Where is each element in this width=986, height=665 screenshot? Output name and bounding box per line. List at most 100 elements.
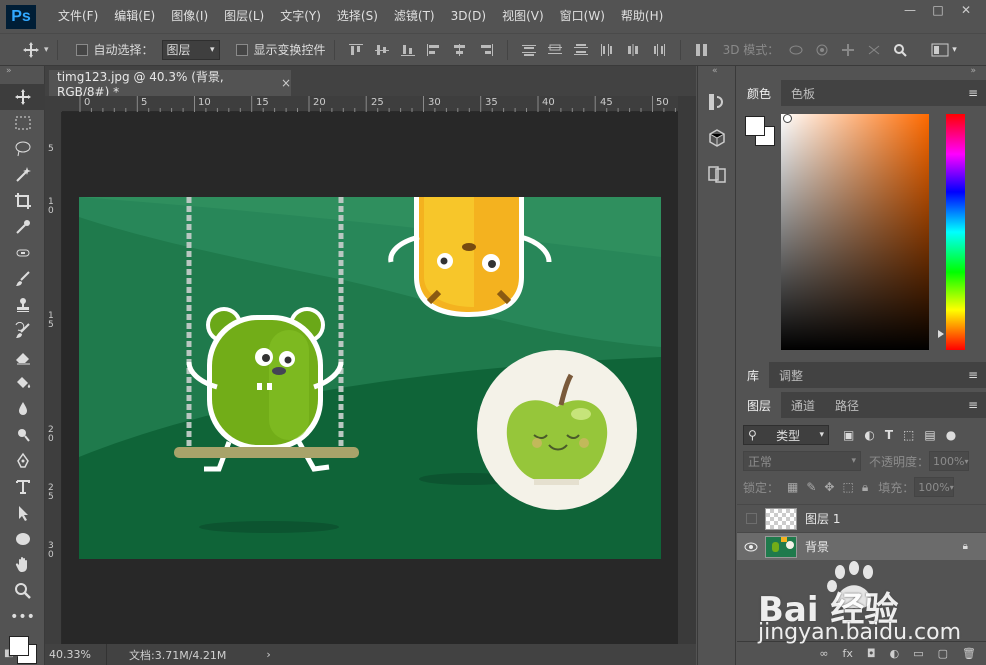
menu-window[interactable]: 窗口(W)	[552, 0, 613, 33]
properties-panel-icon[interactable]	[699, 156, 735, 192]
move-tool[interactable]	[0, 84, 45, 110]
3d-scale-icon[interactable]	[890, 41, 910, 59]
ruler-vertical[interactable]: 5 1 0 1 5 2 0 2 5 3 0	[45, 112, 62, 644]
align-left-icon[interactable]	[424, 41, 444, 59]
lock-pixels-icon[interactable]: ✎	[806, 480, 816, 494]
filter-toggle-icon[interactable]: ●	[946, 428, 956, 442]
distribute-hcenter-icon[interactable]	[623, 41, 643, 59]
align-bottom-icon[interactable]	[398, 41, 418, 59]
hue-slider-handle[interactable]	[938, 330, 944, 338]
healing-brush-tool[interactable]	[0, 240, 45, 266]
hand-tool[interactable]	[0, 552, 45, 578]
type-tool[interactable]	[0, 474, 45, 500]
blend-mode-select[interactable]: 正常 ▾	[743, 451, 861, 471]
layer-name[interactable]: 图层 1	[805, 510, 986, 527]
dodge-tool[interactable]	[0, 422, 45, 448]
eye-icon[interactable]	[737, 542, 765, 552]
filter-pixel-icon[interactable]: ▣	[843, 428, 854, 442]
panel-menu-icon[interactable]: ≡	[968, 398, 978, 412]
filter-adjustment-icon[interactable]: ◐	[864, 428, 874, 442]
document-image[interactable]	[79, 197, 661, 559]
checkbox-box[interactable]	[75, 43, 88, 56]
collapse-arrows-icon[interactable]: »	[0, 66, 44, 84]
more-tools-icon[interactable]: •••	[0, 604, 45, 630]
collapse-arrows-icon[interactable]: »	[737, 66, 986, 80]
paint-bucket-tool[interactable]	[0, 370, 45, 396]
distribute-vcenter-icon[interactable]	[545, 41, 565, 59]
pen-tool[interactable]	[0, 448, 45, 474]
filter-type-icon[interactable]: T	[885, 428, 893, 442]
visibility-toggle[interactable]	[737, 513, 765, 524]
align-hcenter-icon[interactable]	[450, 41, 470, 59]
history-brush-tool[interactable]	[0, 318, 45, 344]
brush-tool[interactable]	[0, 266, 45, 292]
menu-view[interactable]: 视图(V)	[494, 0, 552, 33]
document-tab[interactable]: timg123.jpg @ 40.3% (背景, RGB/8#) * ×	[49, 70, 291, 99]
marquee-tool[interactable]	[0, 110, 45, 136]
tab-libraries[interactable]: 库	[737, 362, 770, 388]
history-panel-icon[interactable]	[699, 84, 735, 120]
lock-position-icon[interactable]: ✥	[824, 480, 834, 494]
align-right-icon[interactable]	[476, 41, 496, 59]
distribute-right-icon[interactable]	[649, 41, 669, 59]
auto-select-target-select[interactable]: 图层 ▾	[161, 39, 220, 60]
chevron-down-icon[interactable]: ▾	[952, 45, 957, 55]
auto-select-checkbox[interactable]: 自动选择：	[75, 41, 154, 58]
opacity-field[interactable]: 100% ▾	[929, 451, 970, 471]
menu-3d[interactable]: 3D(D)	[443, 0, 494, 33]
minimize-button[interactable]: —	[896, 0, 924, 20]
blur-tool[interactable]	[0, 396, 45, 422]
stamp-tool[interactable]	[0, 292, 45, 318]
zoom-tool[interactable]	[0, 578, 45, 604]
lock-transparent-icon[interactable]: ▦	[787, 480, 798, 494]
menu-type[interactable]: 文字(Y)	[272, 0, 329, 33]
layer-name[interactable]: 背景	[805, 538, 963, 555]
foreground-color-icon[interactable]	[745, 116, 765, 136]
menu-filter[interactable]: 滤镜(T)	[386, 0, 443, 33]
menu-edit[interactable]: 编辑(E)	[106, 0, 163, 33]
distribute-top-icon[interactable]	[519, 41, 539, 59]
menu-select[interactable]: 选择(S)	[329, 0, 386, 33]
crop-tool[interactable]	[0, 188, 45, 214]
eraser-tool[interactable]	[0, 344, 45, 370]
move-tool-icon[interactable]	[22, 41, 40, 59]
distribute-bottom-icon[interactable]	[571, 41, 591, 59]
lock-artboard-icon[interactable]: ⬚	[842, 480, 853, 494]
layer-kind-select[interactable]: ⚲ 类型 ▾	[743, 425, 829, 445]
collapse-arrows-icon[interactable]: «	[698, 66, 735, 84]
show-transform-checkbox[interactable]: 显示变换控件	[235, 41, 326, 58]
ruler-corner[interactable]	[45, 96, 62, 112]
tab-layers[interactable]: 图层	[737, 392, 782, 418]
color-picker-handle[interactable]	[783, 114, 792, 123]
maximize-button[interactable]: □	[924, 0, 952, 20]
ellipse-tool[interactable]	[0, 526, 45, 552]
hue-slider[interactable]	[938, 114, 965, 350]
magic-wand-tool[interactable]	[0, 162, 45, 188]
path-selection-tool[interactable]	[0, 500, 45, 526]
3d-slide-icon[interactable]	[864, 41, 884, 59]
eyedropper-tool[interactable]	[0, 214, 45, 240]
menu-file[interactable]: 文件(F)	[50, 0, 106, 33]
align-vcenter-icon[interactable]	[372, 41, 392, 59]
tab-color[interactable]: 颜色	[737, 80, 782, 106]
3d-roll-icon[interactable]	[812, 41, 832, 59]
layer-row[interactable]: 背景 🔒︎	[737, 532, 986, 560]
foreground-color-icon[interactable]	[9, 636, 29, 656]
color-field[interactable]	[781, 114, 929, 350]
distribute-left-icon[interactable]	[597, 41, 617, 59]
zoom-field[interactable]: 40.33%	[45, 644, 107, 665]
workspace-icon[interactable]	[931, 43, 949, 57]
menu-layer[interactable]: 图层(L)	[216, 0, 272, 33]
3d-rotate-icon[interactable]	[786, 41, 806, 59]
menu-image[interactable]: 图像(I)	[163, 0, 216, 33]
menu-help[interactable]: 帮助(H)	[613, 0, 671, 33]
checkbox-box[interactable]	[235, 43, 248, 56]
fill-field[interactable]: 100% ▾	[914, 477, 955, 497]
3d-panel-icon[interactable]	[699, 120, 735, 156]
ruler-horizontal[interactable]: 0 5 10 15 20 25 30 35 40 45 50	[62, 96, 678, 112]
filter-smart-icon[interactable]: ▤	[924, 428, 935, 442]
auto-align-icon[interactable]	[692, 41, 712, 59]
vertical-scrollbar[interactable]	[678, 96, 696, 644]
trash-icon[interactable]: 🗑	[962, 647, 976, 660]
3d-drag-icon[interactable]	[838, 41, 858, 59]
